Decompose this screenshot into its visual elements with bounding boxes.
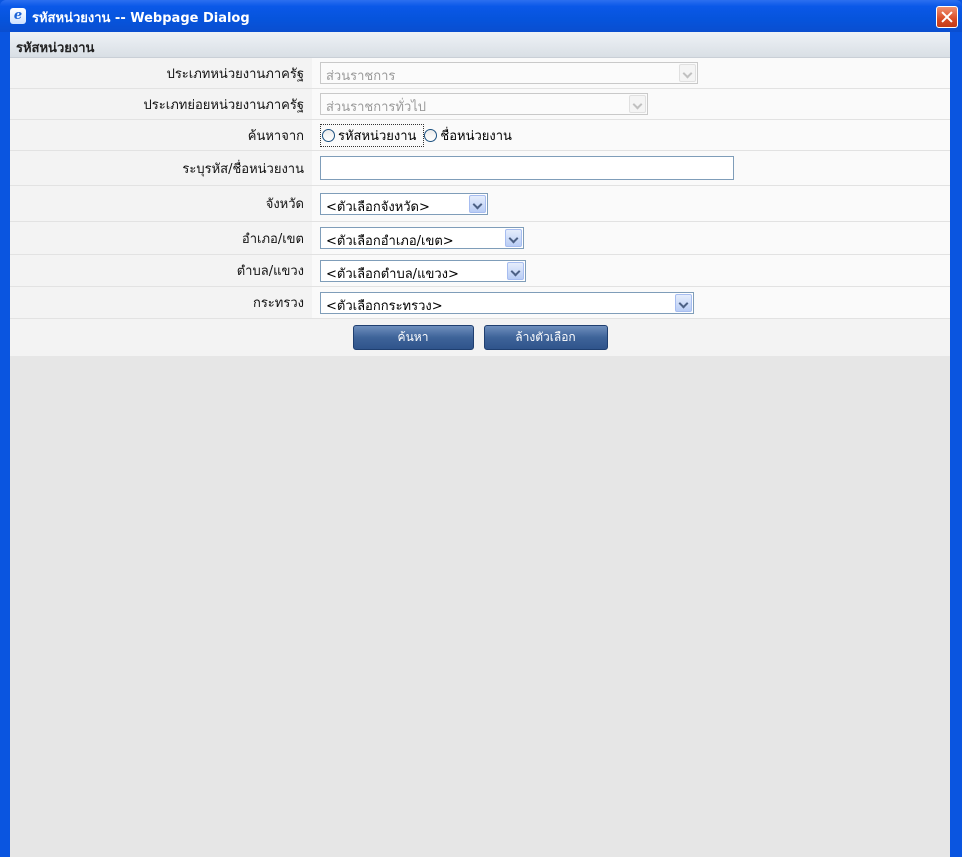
chevron-down-icon[interactable]: [469, 194, 486, 213]
district-value: <ตัวเลือกอำเภอ/เขต>: [326, 234, 454, 249]
agency-subtype-row: ประเภทย่อยหน่วยงานภาครัฐ ส่วนราชการทั่วไ…: [10, 89, 950, 120]
search-from-label: ค้นหาจาก: [247, 128, 304, 144]
agency-subtype-label: ประเภทย่อยหน่วยงานภาครัฐ: [143, 97, 304, 113]
dialog-window: e รหัสหน่วยงาน -- Webpage Dialog รหัสหน่…: [0, 0, 962, 857]
radio-by-name[interactable]: ชื่อหน่วยงาน: [424, 125, 518, 146]
button-bar: ค้นหา ล้างตัวเลือก: [10, 319, 950, 356]
search-from-row: ค้นหาจาก รหัสหน่วยงาน ชื่อหน่วยงาน: [10, 120, 950, 151]
district-label: อำเภอ/เขต: [241, 231, 304, 247]
code-name-row: ระบุรหัส/ชื่อหน่วยงาน: [10, 151, 950, 186]
ministry-row: กระทรวง <ตัวเลือกกระทรวง>: [10, 287, 950, 319]
radio-button[interactable]: [322, 128, 335, 142]
chevron-down-icon[interactable]: [507, 261, 524, 280]
radio-by-code[interactable]: รหัสหน่วยงาน: [320, 123, 425, 147]
subdistrict-select[interactable]: <ตัวเลือกตำบล/แขวง>: [320, 259, 526, 282]
search-form: ประเภทหน่วยงานภาครัฐ ส่วนราชการ ประเภทย่…: [10, 58, 950, 356]
chevron-down-icon: [629, 95, 646, 113]
radio-button[interactable]: [424, 128, 438, 142]
agency-type-label: ประเภทหน่วยงานภาครัฐ: [166, 66, 304, 82]
subdistrict-row: ตำบล/แขวง <ตัวเลือกตำบล/แขวง>: [10, 255, 950, 287]
radio-by-name-label[interactable]: ชื่อหน่วยงาน: [440, 125, 512, 146]
ie-logo-icon: e: [10, 8, 26, 24]
code-name-label: ระบุรหัส/ชื่อหน่วยงาน: [182, 161, 304, 177]
ministry-value: <ตัวเลือกกระทรวง>: [326, 298, 443, 314]
agency-subtype-select: ส่วนราชการทั่วไป: [320, 93, 648, 115]
province-value: <ตัวเลือกจังหวัด>: [326, 199, 430, 215]
ministry-label: กระทรวง: [252, 296, 304, 311]
chevron-down-icon[interactable]: [675, 293, 692, 312]
province-select[interactable]: <ตัวเลือกจังหวัด>: [320, 192, 488, 215]
clear-selection-button[interactable]: ล้างตัวเลือก: [483, 325, 608, 350]
agency-type-row: ประเภทหน่วยงานภาครัฐ ส่วนราชการ: [10, 58, 950, 89]
search-type-radio-group: รหัสหน่วยงาน ชื่อหน่วยงาน: [320, 123, 518, 147]
window-title: รหัสหน่วยงาน -- Webpage Dialog: [32, 11, 250, 26]
agency-type-value: ส่วนราชการ: [326, 69, 396, 84]
subdistrict-value: <ตัวเลือกตำบล/แขวง>: [326, 266, 459, 282]
dialog-content: รหัสหน่วยงาน ประเภทหน่วยงานภาครัฐ ส่วนรา…: [10, 32, 950, 857]
radio-by-code-label[interactable]: รหัสหน่วยงาน: [338, 125, 416, 146]
results-area: [10, 356, 950, 816]
province-label: จังหวัด: [265, 197, 304, 212]
agency-subtype-value: ส่วนราชการทั่วไป: [326, 100, 427, 115]
title-bar[interactable]: e รหัสหน่วยงาน -- Webpage Dialog: [0, 0, 962, 32]
code-name-input[interactable]: [320, 156, 734, 180]
chevron-down-icon[interactable]: [505, 229, 522, 247]
ministry-select[interactable]: <ตัวเลือกกระทรวง>: [320, 291, 694, 314]
close-button[interactable]: [936, 6, 958, 28]
search-button[interactable]: ค้นหา: [352, 325, 474, 350]
district-row: อำเภอ/เขต <ตัวเลือกอำเภอ/เขต>: [10, 222, 950, 255]
subdistrict-label: ตำบล/แขวง: [236, 264, 304, 279]
district-select[interactable]: <ตัวเลือกอำเภอ/เขต>: [320, 227, 524, 249]
agency-type-select: ส่วนราชการ: [320, 62, 698, 84]
section-title: รหัสหน่วยงาน: [10, 32, 950, 58]
chevron-down-icon: [679, 64, 696, 82]
province-row: จังหวัด <ตัวเลือกจังหวัด>: [10, 186, 950, 222]
